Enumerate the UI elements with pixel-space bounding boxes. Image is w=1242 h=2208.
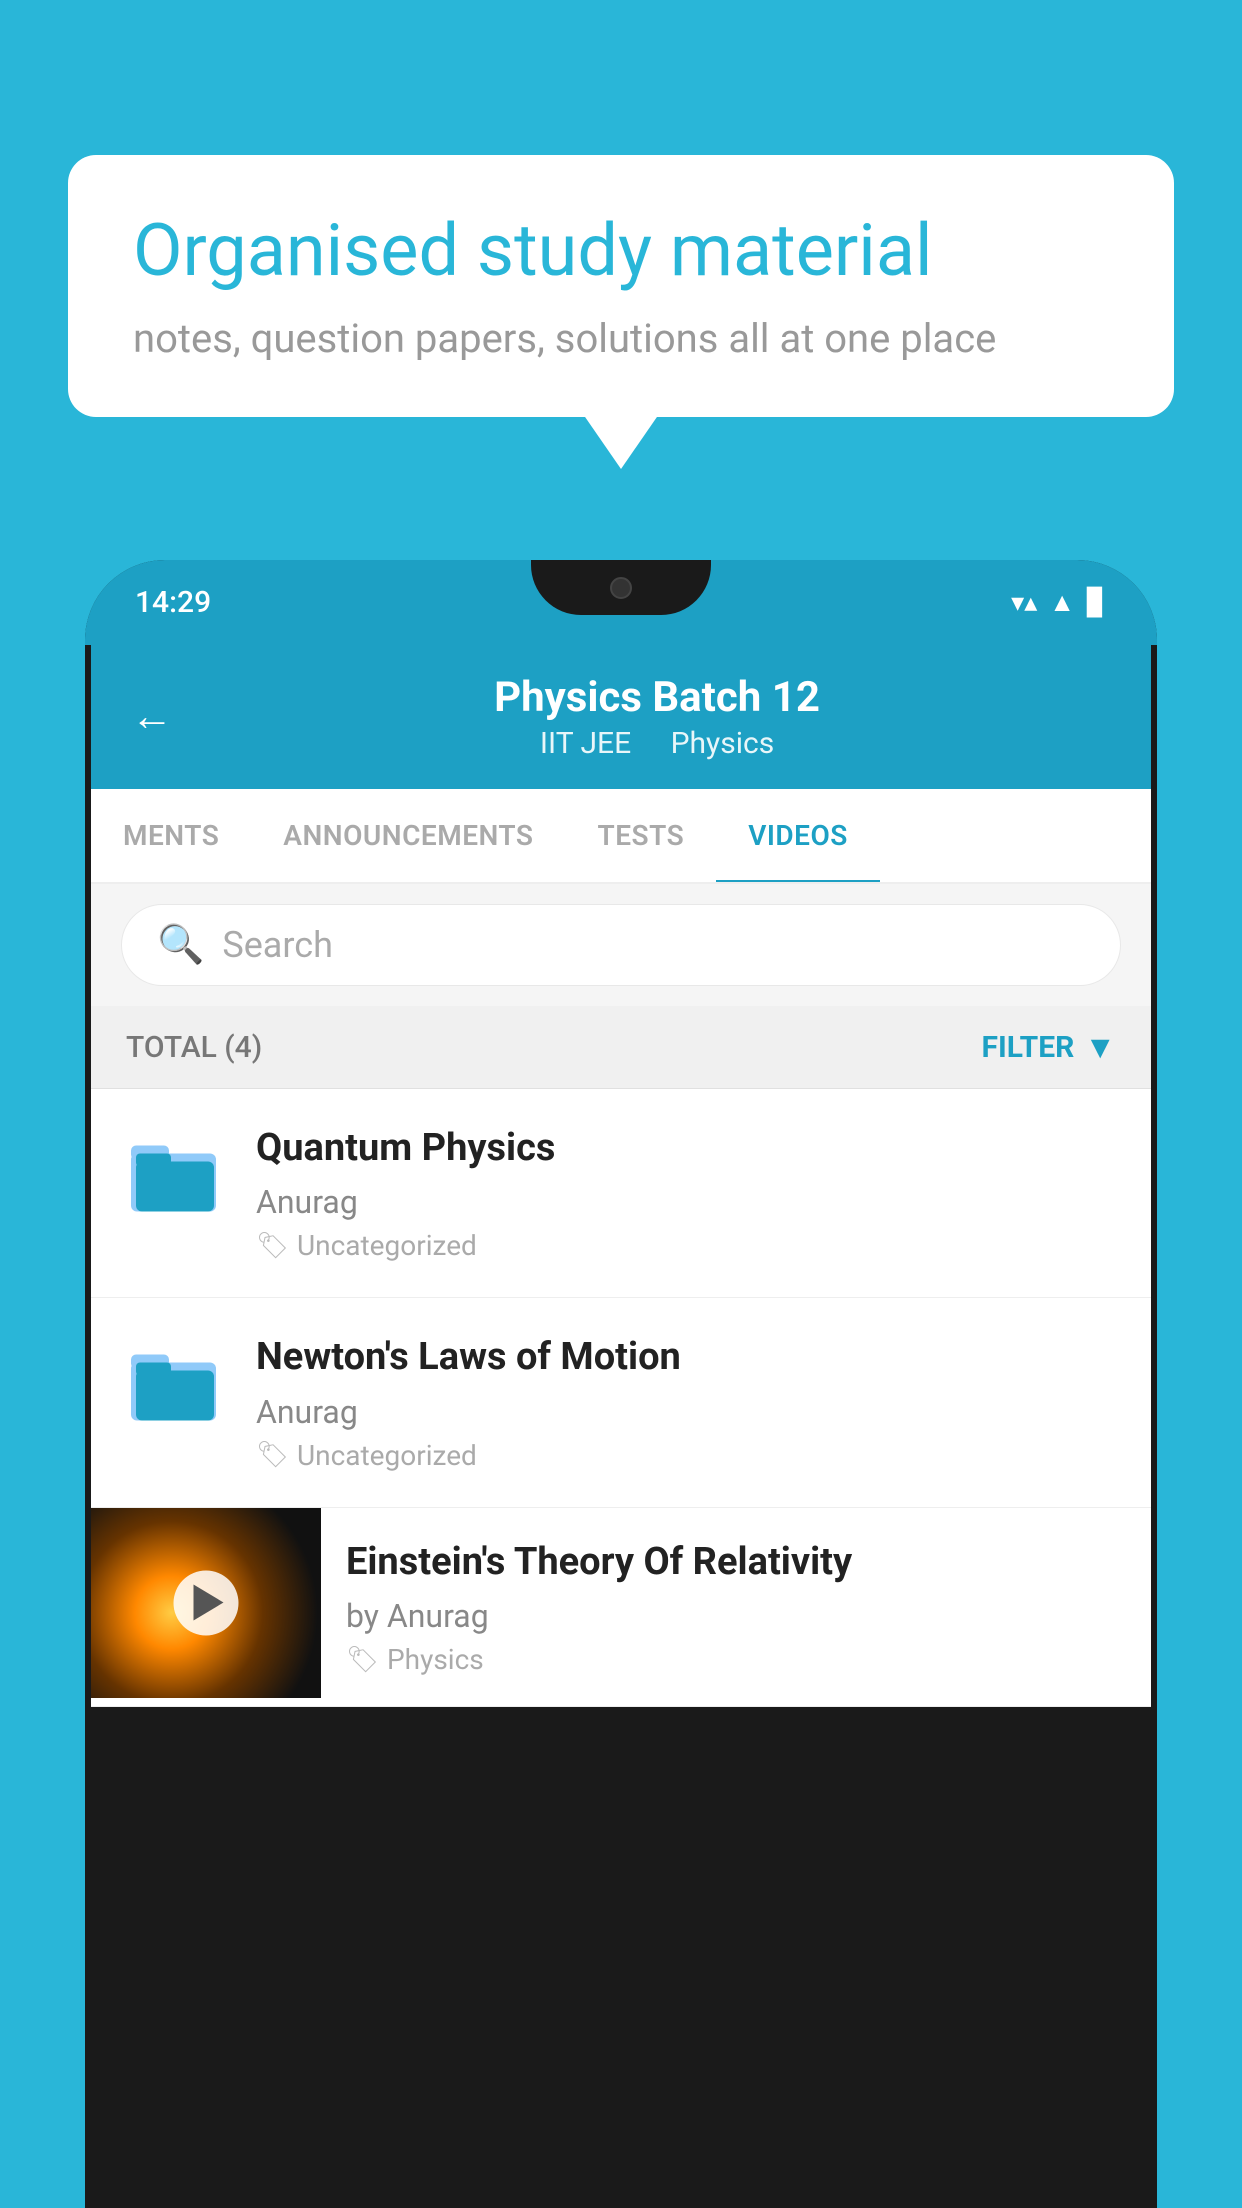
speech-bubble: Organised study material notes, question… [68,155,1174,417]
folder-icon [126,1129,226,1229]
video-tag: 🏷 Physics [346,1643,1121,1676]
list-item[interactable]: Einstein's Theory Of Relativity by Anura… [91,1508,1151,1707]
video-title: Einstein's Theory Of Relativity [346,1538,1121,1587]
batch-title: Physics Batch 12 [203,673,1111,722]
tab-tests[interactable]: TESTS [566,789,717,882]
tag-icon: 🏷 [256,1440,289,1470]
search-bar[interactable]: 🔍 Search [121,904,1121,986]
subtitle-physics: Physics [671,726,775,761]
play-button[interactable] [174,1570,239,1635]
play-icon [194,1585,224,1621]
tab-videos[interactable]: VIDEOS [716,789,880,882]
status-bar: 14:29 ▾▴ ▲ ▊ [85,560,1157,645]
app-header: ← Physics Batch 12 IIT JEE Physics [91,645,1151,789]
back-button[interactable]: ← [131,696,173,738]
notch [531,560,711,615]
tag-icon: 🏷 [346,1645,379,1675]
total-count: TOTAL (4) [126,1030,262,1065]
video-list: Quantum Physics Anurag 🏷 Uncategorized [91,1089,1151,1707]
folder-icon [126,1338,226,1438]
tag-label: Physics [387,1643,484,1676]
video-author: Anurag [256,1393,1116,1431]
camera [610,577,632,599]
speech-bubble-container: Organised study material notes, question… [68,155,1174,417]
bubble-title: Organised study material [133,210,1109,293]
phone-screen: ← Physics Batch 12 IIT JEE Physics MENTS… [91,645,1151,1707]
tabs-bar: MENTS ANNOUNCEMENTS TESTS VIDEOS [91,789,1151,884]
video-tag: 🏷 Uncategorized [256,1229,1116,1262]
filter-button[interactable]: FILTER ▼ [982,1028,1117,1066]
tab-announcements[interactable]: ANNOUNCEMENTS [251,789,565,882]
phone-frame: 14:29 ▾▴ ▲ ▊ ← Physics Batch 12 IIT JEE … [85,560,1157,2208]
status-time: 14:29 [135,585,211,620]
filter-label: FILTER [982,1030,1075,1065]
list-item[interactable]: Newton's Laws of Motion Anurag 🏷 Uncateg… [91,1298,1151,1507]
battery-icon: ▊ [1087,588,1107,618]
batch-subtitle: IIT JEE Physics [203,726,1111,761]
bubble-subtitle: notes, question papers, solutions all at… [133,315,1109,362]
list-item[interactable]: Quantum Physics Anurag 🏷 Uncategorized [91,1089,1151,1298]
subtitle-iit: IIT JEE [540,726,631,761]
filter-bar: TOTAL (4) FILTER ▼ [91,1006,1151,1089]
tag-label: Uncategorized [297,1439,477,1472]
status-icons: ▾▴ ▲ ▊ [1011,587,1107,618]
video-title: Newton's Laws of Motion [256,1333,1116,1382]
video-info: Newton's Laws of Motion Anurag 🏷 Uncateg… [256,1333,1116,1471]
signal-icon: ▲ [1049,587,1075,618]
header-center: Physics Batch 12 IIT JEE Physics [203,673,1111,761]
video-author: by Anurag [346,1597,1121,1635]
video-info: Quantum Physics Anurag 🏷 Uncategorized [256,1124,1116,1262]
filter-icon: ▼ [1084,1028,1116,1066]
tab-ments[interactable]: MENTS [91,789,251,882]
wifi-icon: ▾▴ [1011,588,1037,618]
video-title: Quantum Physics [256,1124,1116,1173]
video-author: Anurag [256,1183,1116,1221]
video-thumbnail [91,1508,321,1698]
search-container: 🔍 Search [91,884,1151,1006]
search-placeholder-text: Search [222,924,333,966]
tag-icon: 🏷 [256,1231,289,1261]
video-info: Einstein's Theory Of Relativity by Anura… [321,1508,1151,1706]
search-icon: 🔍 [157,923,204,967]
video-tag: 🏷 Uncategorized [256,1439,1116,1472]
tag-label: Uncategorized [297,1229,477,1262]
